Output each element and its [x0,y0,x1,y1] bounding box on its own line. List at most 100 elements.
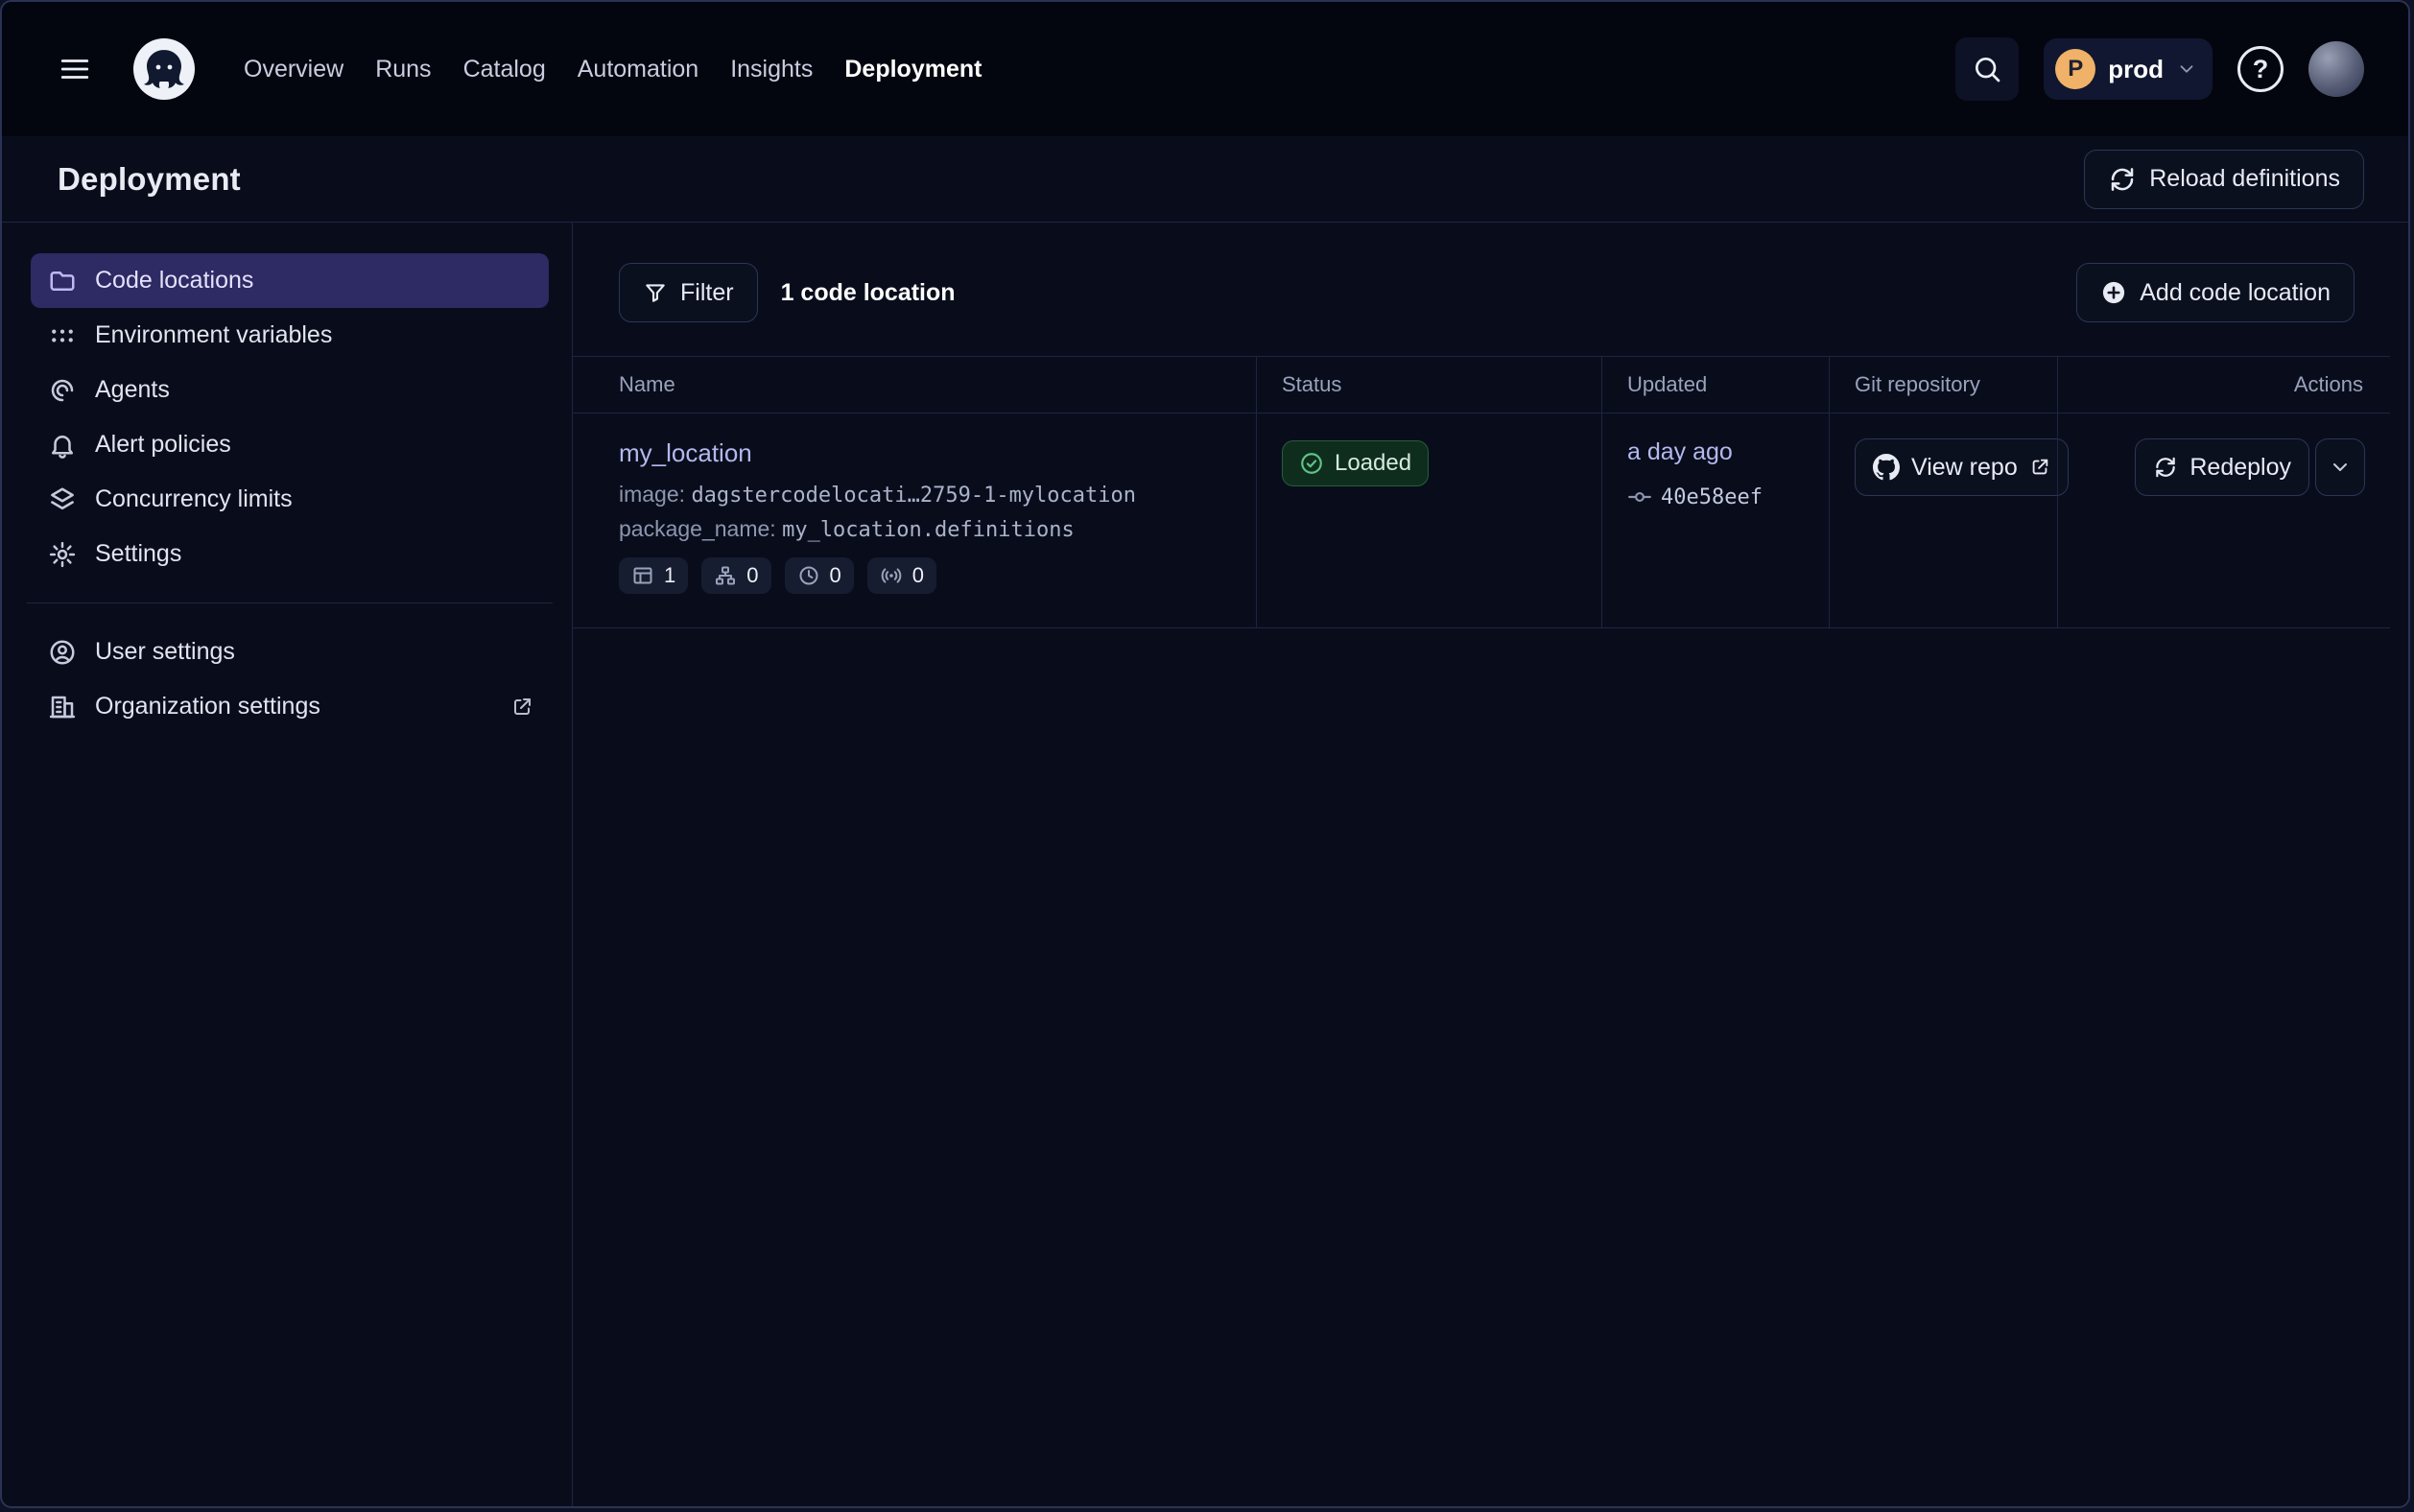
topnav-right-cluster: P prod ? [1955,37,2364,101]
chevron-down-icon [2176,59,2197,80]
sidebar-item-organization-settings[interactable]: Organization settings [31,679,549,734]
redeploy-button[interactable]: Redeploy [2135,438,2309,496]
sidebar-item-agents[interactable]: Agents [31,363,549,417]
asset-graph-count-chip: 0 [701,557,770,594]
toolbar: Filter 1 code location Add code location [573,263,2408,322]
definition-count-chips: 1 0 0 0 [619,557,1239,594]
external-link-icon [510,696,533,719]
image-value: dagstercodelocati…2759-1-mylocation [691,484,1136,508]
nav-runs[interactable]: Runs [375,56,431,83]
sidebar-item-label: Alert policies [95,431,231,459]
table-row: my_location image: dagstercodelocati…275… [573,413,2390,628]
sidebar-item-alert-policies[interactable]: Alert policies [31,417,549,472]
status-cell: Loaded [1256,413,1601,627]
status-badge: Loaded [1282,440,1429,486]
sidebar-divider [27,602,553,603]
check-circle-icon [1299,451,1324,476]
filter-label: Filter [680,279,734,307]
sidebar-item-user-settings[interactable]: User settings [31,625,549,679]
table-header-row: Name Status Updated Git repository Actio… [573,356,2390,413]
reload-definitions-button[interactable]: Reload definitions [2084,150,2364,209]
deployment-name: prod [2108,55,2164,84]
jobs-count-chip: 1 [619,557,688,594]
asset-graph-count: 0 [746,563,758,588]
external-link-icon [2029,457,2050,478]
reload-definitions-label: Reload definitions [2149,165,2340,193]
menu-icon[interactable] [56,53,94,85]
commit-hash: 40e58eef [1661,485,1763,509]
schedules-count: 0 [830,563,841,588]
view-repo-label: View repo [1911,454,2018,482]
sidebar-item-concurrency-limits[interactable]: Concurrency limits [31,472,549,527]
redeploy-label: Redeploy [2189,454,2291,482]
sidebar: Code locations Environment variables Age… [2,223,573,1506]
code-locations-table: Name Status Updated Git repository Actio… [573,356,2390,628]
github-icon [1873,454,1900,481]
view-repo-button[interactable]: View repo [1855,438,2069,496]
building-icon [48,693,77,721]
chevron-down-icon [2329,456,2352,479]
search-icon[interactable] [1955,37,2019,101]
image-line: image: dagstercodelocati…2759-1-mylocati… [619,482,1239,508]
deployment-avatar: P [2055,49,2095,89]
sensors-count: 0 [912,563,924,588]
nav-overview[interactable]: Overview [244,56,343,83]
sidebar-item-label: Code locations [95,267,253,295]
sidebar-item-label: Organization settings [95,693,320,721]
jobs-icon [631,564,654,587]
package-label: package_name: [619,516,776,541]
add-code-location-button[interactable]: Add code location [2076,263,2355,322]
updated-cell: a day ago 40e58eef [1601,413,1829,627]
redeploy-dropdown-button[interactable] [2315,438,2365,496]
help-glyph: ? [2253,55,2269,84]
nav-catalog[interactable]: Catalog [463,56,546,83]
code-location-link[interactable]: my_location [619,438,752,468]
funnel-icon [643,280,668,305]
filter-button[interactable]: Filter [619,263,758,322]
name-cell: my_location image: dagstercodelocati…275… [573,413,1256,627]
sidebar-item-environment-variables[interactable]: Environment variables [31,308,549,363]
deployment-switcher[interactable]: P prod [2044,38,2213,100]
image-label: image: [619,482,685,507]
column-header-status: Status [1256,357,1601,413]
commit-icon [1627,484,1652,509]
nav-deployment[interactable]: Deployment [844,56,982,83]
body: Code locations Environment variables Age… [2,223,2408,1506]
package-line: package_name: my_location.definitions [619,516,1239,542]
layers-icon [48,485,77,514]
folder-icon [48,267,77,295]
sidebar-item-label: User settings [95,638,235,666]
sidebar-item-label: Environment variables [95,321,332,349]
schedules-count-chip: 0 [785,557,854,594]
sidebar-item-code-locations[interactable]: Code locations [31,253,549,308]
refresh-icon [2153,455,2178,480]
jobs-count: 1 [664,563,675,588]
help-button[interactable]: ? [2237,46,2284,92]
sensors-icon [880,564,903,587]
person-circle-icon [48,638,77,667]
column-header-updated: Updated [1601,357,1829,413]
top-nav: Overview Runs Catalog Automation Insight… [2,2,2408,136]
package-value: my_location.definitions [782,518,1075,542]
updated-link[interactable]: a day ago [1627,438,1733,466]
sensors-count-chip: 0 [867,557,936,594]
page-title: Deployment [58,161,241,198]
git-repository-cell: View repo [1829,413,2057,627]
primary-nav: Overview Runs Catalog Automation Insight… [244,56,982,83]
nav-insights[interactable]: Insights [730,56,813,83]
status-label: Loaded [1335,450,1411,477]
column-header-actions: Actions [2057,357,2390,413]
page-header: Deployment Reload definitions [2,136,2408,223]
commit-line: 40e58eef [1627,484,1811,509]
code-location-count: 1 code location [781,279,956,307]
sidebar-item-label: Agents [95,376,170,404]
sidebar-item-label: Settings [95,540,181,568]
agents-icon [48,376,77,405]
dagster-logo[interactable] [130,35,198,103]
user-avatar[interactable] [2308,41,2364,97]
nav-automation[interactable]: Automation [578,56,698,83]
sidebar-item-label: Concurrency limits [95,485,293,513]
sidebar-item-settings[interactable]: Settings [31,527,549,581]
column-header-name: Name [573,357,1256,413]
actions-cell: Redeploy [2057,413,2390,627]
